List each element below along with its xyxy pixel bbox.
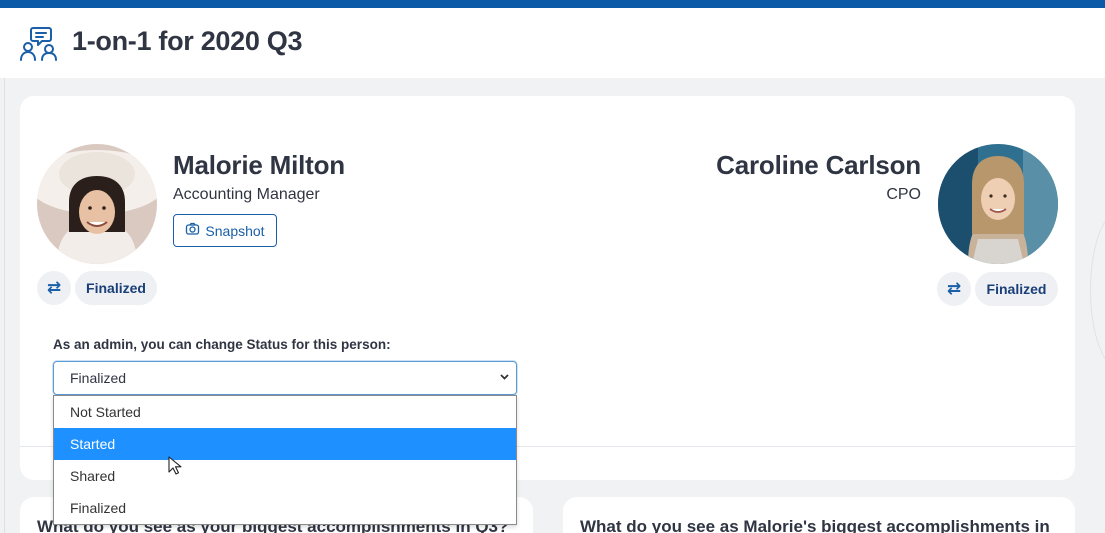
chevron-down-icon [499, 371, 510, 385]
snapshot-icon [185, 222, 200, 240]
manager-role: CPO [886, 186, 921, 203]
status-dropdown-list: Not Started Started Shared Finalized [53, 395, 517, 525]
manager-question-card: What do you see as Malorie's biggest acc… [563, 497, 1075, 533]
snapshot-label: Snapshot [205, 222, 265, 239]
status-option-not-started[interactable]: Not Started [54, 396, 516, 428]
employee-role: Accounting Manager [173, 186, 320, 203]
employee-swap-icon[interactable]: ⇄ [37, 271, 71, 305]
page-title: 1-on-1 for 2020 Q3 [72, 26, 303, 56]
snapshot-button[interactable]: Snapshot [173, 214, 277, 247]
manager-swap-icon[interactable]: ⇄ [937, 272, 971, 306]
status-option-finalized[interactable]: Finalized [54, 492, 516, 524]
employee-status-badge: Finalized [75, 271, 157, 305]
status-option-shared[interactable]: Shared [54, 460, 516, 492]
manager-question: What do you see as Malorie's biggest acc… [580, 517, 1050, 533]
manager-name: Caroline Carlson [716, 150, 921, 180]
status-select[interactable]: Finalized [53, 361, 517, 395]
right-decoration [1090, 210, 1105, 370]
status-select-value: Finalized [70, 370, 127, 386]
manager-avatar [938, 144, 1058, 264]
chat-people-icon [20, 26, 58, 62]
mouse-pointer-icon [168, 456, 182, 481]
top-accent-bar [0, 0, 1105, 8]
employee-avatar [37, 144, 157, 264]
manager-status-badge: Finalized [975, 272, 1058, 306]
left-divider [4, 78, 5, 533]
employee-name: Malorie Milton [173, 150, 345, 180]
page-header: 1-on-1 for 2020 Q3 [0, 8, 1105, 78]
status-option-started[interactable]: Started [54, 428, 516, 460]
admin-status-label: As an admin, you can change Status for t… [53, 337, 391, 352]
